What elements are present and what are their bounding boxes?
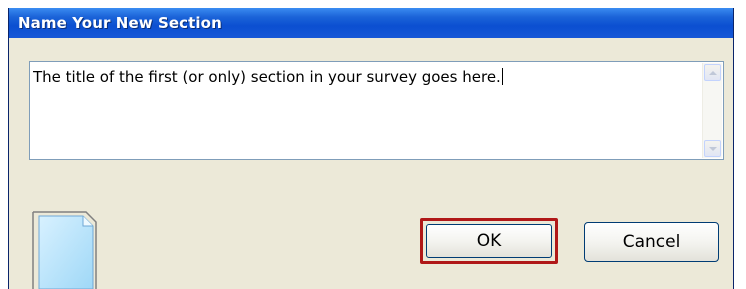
scroll-down-button[interactable] (704, 140, 721, 157)
cancel-button[interactable]: Cancel (584, 222, 719, 262)
section-title-textarea[interactable]: The title of the first (or only) section… (29, 61, 724, 160)
scroll-up-button[interactable] (704, 64, 721, 81)
text-caret (501, 68, 503, 85)
ok-button[interactable]: OK (420, 218, 558, 264)
dialog-titlebar[interactable]: Name Your New Section (9, 8, 733, 38)
ok-button-label: OK (476, 231, 502, 251)
section-title-text: The title of the first (or only) section… (33, 68, 697, 86)
name-section-dialog: Name Your New Section The title of the f… (8, 8, 734, 289)
dialog-title: Name Your New Section (18, 14, 222, 32)
vertical-scrollbar[interactable] (702, 63, 722, 158)
chevron-up-icon (708, 70, 717, 75)
ok-button-face[interactable]: OK (426, 224, 552, 258)
chevron-down-icon (708, 146, 717, 151)
section-title-value: The title of the first (or only) section… (33, 68, 501, 86)
cancel-button-label: Cancel (622, 232, 681, 252)
document-icon (30, 209, 98, 289)
